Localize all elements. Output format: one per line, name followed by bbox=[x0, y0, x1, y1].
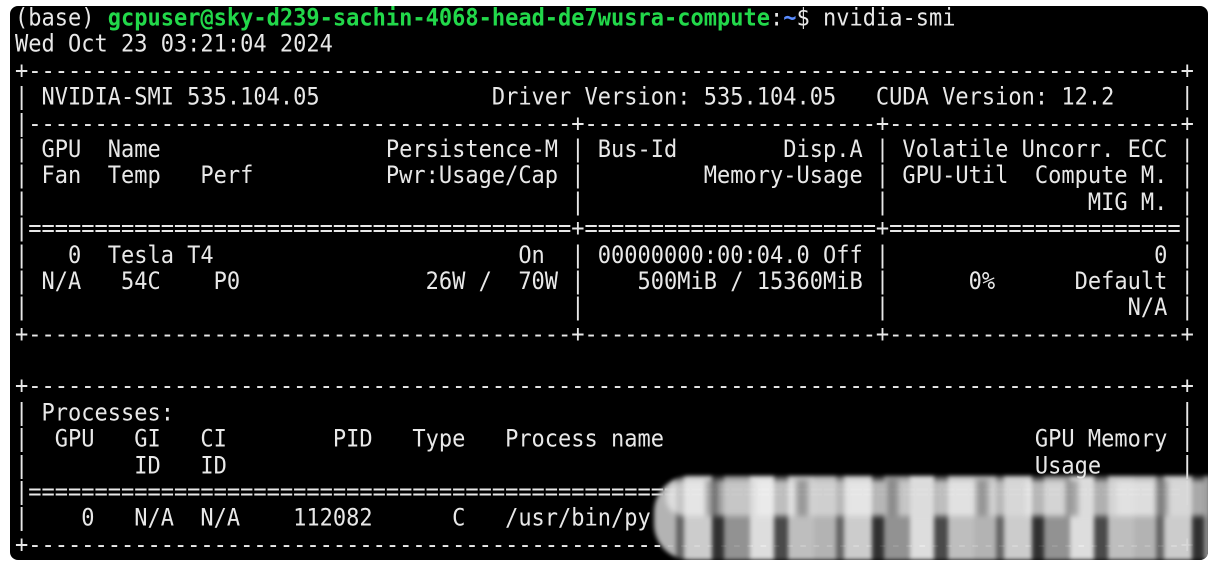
terminal-window[interactable]: (base) gcpuser@sky-d239-sachin-4068-head… bbox=[10, 6, 1208, 560]
output-line: |---------------------------------------… bbox=[15, 110, 1194, 138]
output-line: +---------------------------------------… bbox=[15, 57, 1194, 85]
output-line: | 0 Tesla T4 On | 00000000:00:04.0 Off |… bbox=[15, 241, 1194, 269]
conda-env: (base) bbox=[15, 6, 108, 32]
output-line: |=======================================… bbox=[15, 215, 1194, 243]
output-line: | Processes: | bbox=[15, 400, 1194, 428]
output-line: | | | MIG M. | bbox=[15, 189, 1194, 217]
output-line: | GPU Name Persistence-M | Bus-Id Disp.A… bbox=[15, 136, 1194, 164]
output-line: | | | N/A | bbox=[15, 294, 1194, 322]
current-path: ~ bbox=[783, 6, 797, 32]
output-line: +---------------------------------------… bbox=[15, 373, 1194, 401]
prompt-separator: : bbox=[769, 6, 784, 32]
user-host: gcpuser@sky-d239-sachin-4068-head-de7wus… bbox=[107, 6, 770, 32]
output-line: | NVIDIA-SMI 535.104.05 Driver Version: … bbox=[15, 83, 1194, 111]
output-line: | Fan Temp Perf Pwr:Usage/Cap | Memory-U… bbox=[15, 162, 1194, 190]
output-line: +---------------------------------------… bbox=[15, 321, 1194, 349]
output-line: | N/A 54C P0 26W / 70W | 500MiB / 15360M… bbox=[15, 268, 1194, 296]
timestamp-line: Wed Oct 23 03:21:04 2024 bbox=[15, 31, 333, 59]
prompt-symbol: $ bbox=[796, 6, 823, 32]
pixelated-redaction-highlight bbox=[666, 480, 1206, 516]
output-line: | GPU GI CI PID Type Process name GPU Me… bbox=[15, 426, 1194, 454]
command-text: nvidia-smi bbox=[822, 6, 956, 32]
prompt-line: (base) gcpuser@sky-d239-sachin-4068-head… bbox=[15, 6, 1194, 32]
